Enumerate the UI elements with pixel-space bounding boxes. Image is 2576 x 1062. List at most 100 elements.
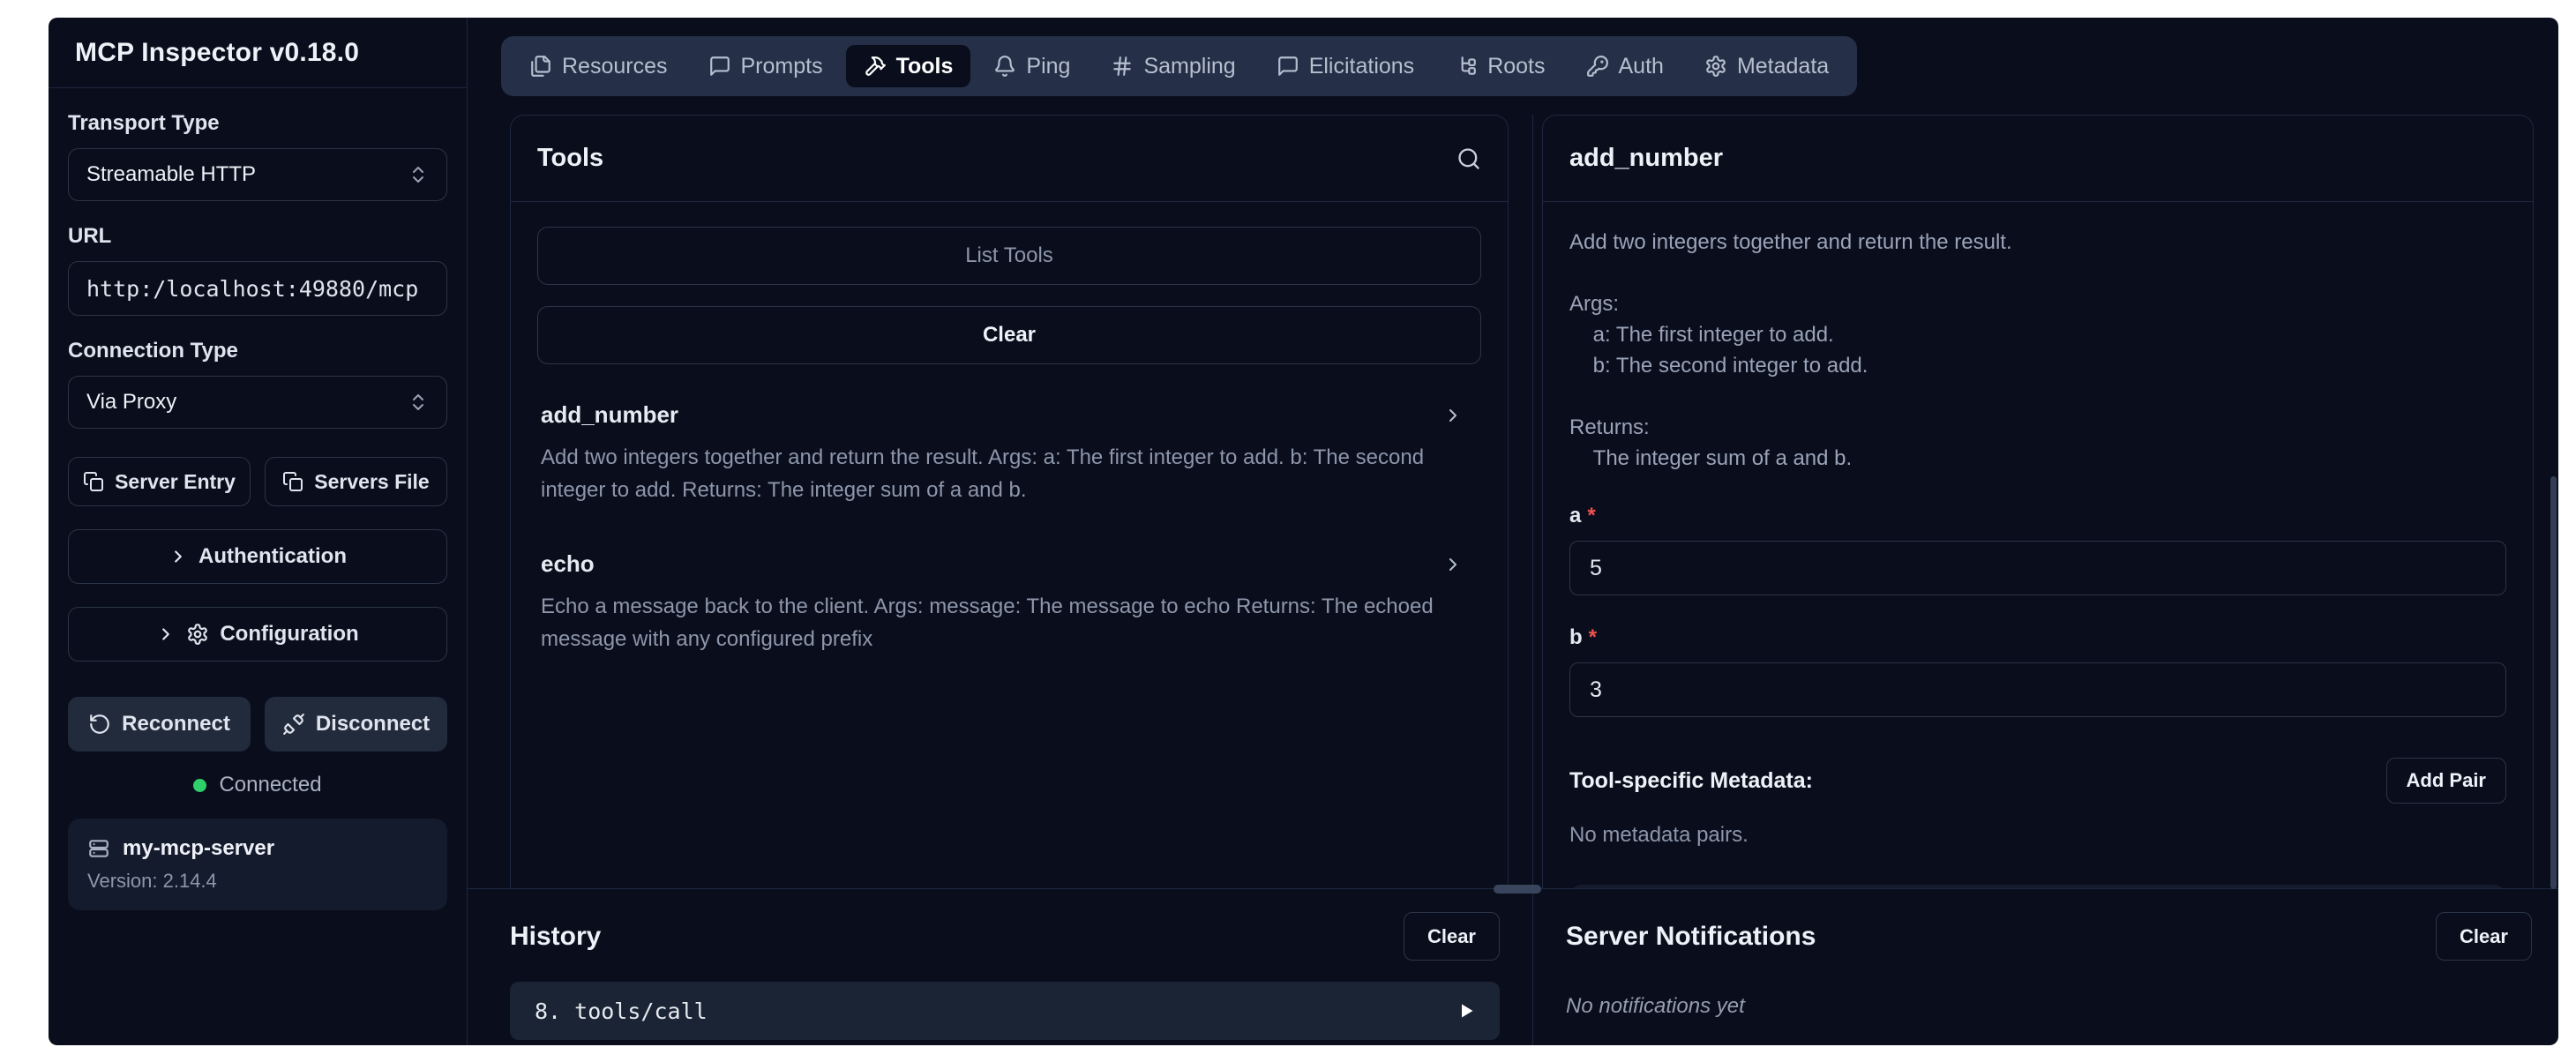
clear-notifications-button[interactable]: Clear [2436, 912, 2532, 961]
history-title: History [510, 922, 601, 952]
servers-file-label: Servers File [314, 470, 429, 494]
configuration-label: Configuration [220, 622, 358, 647]
history-entry[interactable]: 8. tools/call [510, 982, 1500, 1040]
tab-resources[interactable]: Resources [512, 45, 685, 87]
tool-list-item-add-number[interactable]: add_number Add two integers together and… [537, 380, 1481, 513]
tool-detail-panel: add_number Add two integers together and… [1542, 115, 2534, 888]
tool-description: Add two integers together and return the… [541, 441, 1478, 506]
connected-text: Connected [219, 773, 321, 797]
tool-name: echo [541, 550, 595, 578]
authentication-label: Authentication [198, 544, 347, 569]
server-entry-label: Server Entry [115, 470, 236, 494]
connection-status: Connected [68, 773, 447, 797]
copy-icon [83, 471, 104, 492]
tool-description: Echo a message back to the client. Args:… [541, 590, 1478, 655]
url-input[interactable] [68, 261, 447, 316]
vertical-pane-divider[interactable] [1532, 115, 1533, 888]
server-icon [87, 837, 110, 860]
tool-detail-title: add_number [1569, 144, 1723, 173]
required-asterisk: * [1587, 504, 1595, 527]
tools-panel: Tools List Tools Clear add_number [510, 115, 1509, 888]
tool-detail-description: Add two integers together and return the… [1569, 227, 2506, 474]
arg-a-label: a* [1569, 504, 2506, 528]
servers-file-button[interactable]: Servers File [265, 457, 447, 506]
gear-icon [186, 623, 209, 646]
transport-type-select[interactable]: Streamable HTTP [68, 148, 447, 201]
top-nav: Resources Prompts Tools Ping [501, 36, 1857, 96]
output-schema-section[interactable]: Output Schema: Expand [1569, 885, 2506, 888]
mcp-inspector-app: MCP Inspector v0.18.0 Transport Type Str… [49, 18, 2558, 1045]
list-tools-button[interactable]: List Tools [537, 227, 1481, 285]
authentication-toggle[interactable]: Authentication [68, 529, 447, 584]
message-icon [708, 55, 731, 78]
disconnect-button[interactable]: Disconnect [265, 697, 447, 752]
copy-icon [282, 471, 303, 492]
add-pair-button[interactable]: Add Pair [2386, 758, 2506, 804]
tab-label: Prompts [741, 54, 823, 79]
connection-type-label: Connection Type [68, 339, 447, 363]
search-icon[interactable] [1456, 146, 1481, 171]
connection-type-value: Via Proxy [86, 390, 176, 415]
connection-type-select[interactable]: Via Proxy [68, 376, 447, 429]
server-info-card: my-mcp-server Version: 2.14.4 [68, 819, 447, 910]
tab-label: Elicitations [1309, 54, 1415, 79]
reconnect-button[interactable]: Reconnect [68, 697, 251, 752]
unplug-icon [282, 713, 305, 736]
tab-elicitations[interactable]: Elicitations [1259, 45, 1433, 87]
chevron-up-down-icon [408, 392, 429, 413]
no-metadata-text: No metadata pairs. [1569, 823, 2506, 848]
disconnect-label: Disconnect [316, 712, 430, 737]
clear-history-button[interactable]: Clear [1404, 912, 1500, 961]
tool-name: add_number [541, 401, 678, 429]
nav-row: Resources Prompts Tools Ping [468, 18, 2558, 115]
required-asterisk: * [1589, 625, 1597, 649]
transport-type-value: Streamable HTTP [86, 162, 256, 187]
app-title: MCP Inspector v0.18.0 [75, 38, 359, 68]
screenshot-frame: MCP Inspector v0.18.0 Transport Type Str… [0, 0, 2576, 1062]
tools-panel-title: Tools [537, 144, 603, 173]
server-notifications-title: Server Notifications [1566, 922, 1816, 952]
tab-prompts[interactable]: Prompts [691, 45, 841, 87]
tab-label: Roots [1487, 54, 1545, 79]
tab-label: Sampling [1143, 54, 1235, 79]
gear-icon [1704, 55, 1727, 78]
server-version: Version: 2.14.4 [87, 870, 428, 893]
transport-type-label: Transport Type [68, 111, 447, 136]
server-name: my-mcp-server [123, 836, 274, 861]
tool-metadata-label: Tool-specific Metadata: [1569, 768, 1813, 794]
horizontal-resize-handle[interactable] [1494, 885, 1541, 894]
hash-icon [1111, 55, 1134, 78]
tab-sampling[interactable]: Sampling [1093, 45, 1253, 87]
connected-dot [193, 779, 206, 792]
arg-b-label: b* [1569, 625, 2506, 650]
tab-roots[interactable]: Roots [1437, 45, 1562, 87]
configuration-toggle[interactable]: Configuration [68, 607, 447, 662]
detail-panel-scrollbar[interactable] [2550, 476, 2557, 889]
message-icon [1277, 55, 1299, 78]
tool-list-item-echo[interactable]: echo Echo a message back to the client. … [537, 529, 1481, 662]
arg-b-input[interactable] [1569, 662, 2506, 717]
tab-label: Auth [1619, 54, 1664, 79]
chevron-right-icon [1442, 405, 1464, 426]
files-icon [529, 55, 552, 78]
tab-ping[interactable]: Ping [976, 45, 1088, 87]
tab-metadata[interactable]: Metadata [1687, 45, 1846, 87]
vertical-pane-divider [1532, 889, 1533, 1045]
key-icon [1586, 55, 1609, 78]
tab-label: Tools [896, 54, 954, 79]
chevron-right-icon [168, 547, 188, 566]
chevron-right-icon [1442, 554, 1464, 575]
bottom-row: History Clear 8. tools/call Server Notif… [468, 889, 2558, 1045]
tab-tools[interactable]: Tools [846, 45, 971, 87]
tree-icon [1455, 55, 1478, 78]
server-notifications-panel: Server Notifications Clear No notificati… [1532, 889, 2558, 1045]
server-entry-button[interactable]: Server Entry [68, 457, 251, 506]
clear-tools-button[interactable]: Clear [537, 306, 1481, 364]
arg-a-input[interactable] [1569, 541, 2506, 595]
history-panel: History Clear 8. tools/call [468, 889, 1532, 1045]
tab-label: Metadata [1737, 54, 1829, 79]
chevron-up-down-icon [408, 164, 429, 185]
content-row: Tools List Tools Clear add_number [468, 115, 2558, 889]
tab-auth[interactable]: Auth [1569, 45, 1681, 87]
bell-icon [993, 55, 1016, 78]
